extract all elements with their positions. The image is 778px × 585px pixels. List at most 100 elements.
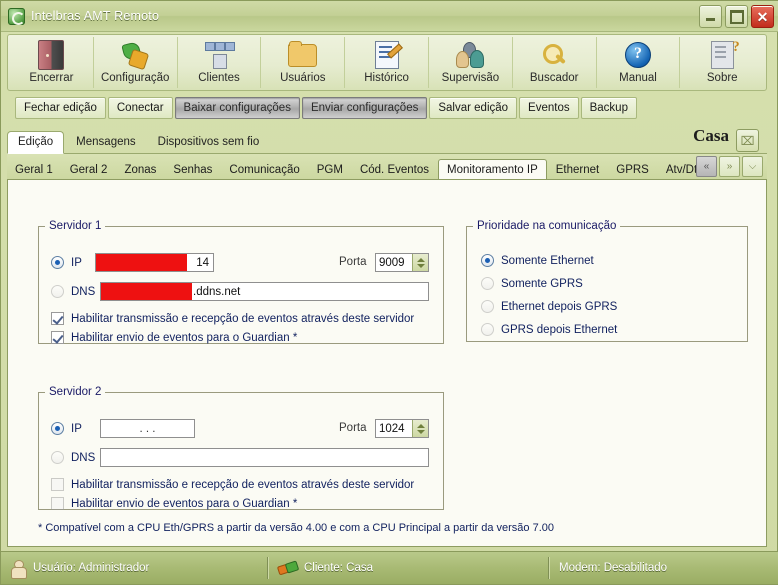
servidor1-dns-value: .ddns.net xyxy=(193,285,241,298)
toolbar-label: Encerrar xyxy=(29,72,74,84)
title-bar: Intelbras AMT Remoto ✕ xyxy=(1,1,778,32)
status-user-text: Usuário: Administrador xyxy=(33,562,150,574)
window-title: Intelbras AMT Remoto xyxy=(31,9,160,23)
ip-redaction-overlay xyxy=(96,254,187,271)
servidor1-dns-label: DNS xyxy=(71,285,96,298)
status-bar: Usuário: Administrador Cliente: Casa Mod… xyxy=(1,551,778,584)
toolbar-button-buscador[interactable]: Buscador xyxy=(513,37,597,88)
toolbar-label: Buscador xyxy=(529,72,579,84)
close-button[interactable]: ✕ xyxy=(751,5,774,28)
servidor1-transmissao-checkbox[interactable] xyxy=(51,312,64,325)
tab-senhas[interactable]: Senhas xyxy=(165,160,220,180)
servidor2-ip-input[interactable]: . . . xyxy=(100,419,195,438)
toolbar-label: Clientes xyxy=(198,72,240,84)
servidor1-porta-label: Porta xyxy=(339,256,367,268)
servidor2-porta-value: 1024 xyxy=(379,422,405,435)
application-window: Intelbras AMT Remoto ✕ Encerrar Configur… xyxy=(0,0,778,585)
button-backup[interactable]: Backup xyxy=(580,97,637,119)
servidor-1-group: Servidor 1 IP 14 Porta 9009 DNS .ddns.ne… xyxy=(38,220,444,344)
servidor1-ip-radio[interactable] xyxy=(51,256,64,269)
status-modem-cell: Modem: Desabilitado xyxy=(549,557,677,579)
prioridade-somente-ethernet-radio[interactable] xyxy=(481,254,494,267)
toolbar-button-configuracao[interactable]: Configuração xyxy=(94,37,178,88)
tab-zonas[interactable]: Zonas xyxy=(116,160,164,180)
servidor2-dns-radio[interactable] xyxy=(51,451,64,464)
toolbar-button-usuarios[interactable]: Usuários xyxy=(261,37,346,88)
button-eventos[interactable]: Eventos xyxy=(519,97,579,119)
servidor1-ip-input[interactable]: 14 xyxy=(95,253,214,272)
tab-dispositivos-sem-fio[interactable]: Dispositivos sem fio xyxy=(148,132,270,153)
toolbar-label: Supervisão xyxy=(441,72,500,84)
app-refresh-icon xyxy=(8,7,25,25)
tab-pgm[interactable]: PGM xyxy=(309,160,351,180)
servidor1-guardian-label: Habilitar envio de eventos para o Guardi… xyxy=(71,331,298,344)
document-question-icon: ? xyxy=(710,38,740,72)
tab-mensagens[interactable]: Mensagens xyxy=(66,132,145,153)
servidor2-ip-value: . . . xyxy=(139,422,156,435)
servidor1-porta-spinner[interactable]: 9009 xyxy=(375,253,429,272)
minimize-button[interactable] xyxy=(699,5,722,28)
window-controls: ✕ xyxy=(699,5,774,28)
prioridade-option-label: Ethernet depois GPRS xyxy=(501,300,618,313)
tab-ethernet[interactable]: Ethernet xyxy=(548,160,607,180)
status-client-text: Cliente: Casa xyxy=(304,562,374,574)
button-fechar-edicao[interactable]: Fechar edição xyxy=(15,97,106,119)
folder-icon xyxy=(288,38,318,72)
toolbar-button-supervisao[interactable]: Supervisão xyxy=(429,37,513,88)
toolbar-label: Configuração xyxy=(100,72,170,84)
servidor2-guardian-checkbox[interactable] xyxy=(51,497,64,510)
toolbar-label: Histórico xyxy=(364,72,409,84)
toolbar-button-historico[interactable]: Histórico xyxy=(345,37,429,88)
servidor1-dns-input[interactable]: .ddns.net xyxy=(100,282,429,301)
toolbar-button-encerrar[interactable]: Encerrar xyxy=(10,37,94,88)
spinner-arrows-icon[interactable] xyxy=(412,254,428,271)
toolbar-button-sobre[interactable]: ? Sobre xyxy=(680,37,764,88)
close-client-button[interactable]: ⌧ xyxy=(736,129,759,152)
prioridade-ethernet-depois-gprs-radio[interactable] xyxy=(481,300,494,313)
compatibility-footnote: * Compatível com a CPU Eth/GPRS a partir… xyxy=(38,522,555,534)
button-enviar-configuracoes[interactable]: Enviar configurações xyxy=(301,97,428,119)
servidor2-transmissao-checkbox[interactable] xyxy=(51,478,64,491)
tab-comunicacao[interactable]: Comunicação xyxy=(221,160,307,180)
servidor-1-legend: Servidor 1 xyxy=(49,220,102,232)
button-baixar-configuracoes[interactable]: Baixar configurações xyxy=(174,97,300,119)
toolbar-button-manual[interactable]: ? Manual xyxy=(597,37,681,88)
maximize-button[interactable] xyxy=(725,5,748,28)
button-salvar-edicao[interactable]: Salvar edição xyxy=(429,97,518,119)
chevron-right-icon[interactable]: » xyxy=(719,156,740,177)
servidor1-ip-label: IP xyxy=(71,256,82,269)
prioridade-somente-gprs-radio[interactable] xyxy=(481,277,494,290)
servidor2-ip-label: IP xyxy=(71,422,82,435)
toolbar-button-clientes[interactable]: Clientes xyxy=(178,37,262,88)
tab-geral-1[interactable]: Geral 1 xyxy=(7,160,61,180)
monitoramento-ip-panel: Servidor 1 IP 14 Porta 9009 DNS .ddns.ne… xyxy=(7,179,767,547)
spinner-arrows-icon[interactable] xyxy=(412,420,428,437)
servidor2-guardian-label: Habilitar envio de eventos para o Guardi… xyxy=(71,497,298,510)
tab-cod-eventos[interactable]: Cód. Eventos xyxy=(352,160,437,180)
servidor1-dns-radio[interactable] xyxy=(51,285,64,298)
outer-tab-strip: Edição Mensagens Dispositivos sem fio Ca… xyxy=(7,125,767,154)
secondary-toolbar: Fechar edição Conectar Baixar configuraç… xyxy=(7,95,767,121)
prioridade-option-label: GPRS depois Ethernet xyxy=(501,323,618,336)
chevron-left-icon[interactable]: « xyxy=(696,156,717,177)
tab-geral-2[interactable]: Geral 2 xyxy=(62,160,116,180)
servidor1-porta-value: 9009 xyxy=(379,256,405,269)
servidor2-porta-spinner[interactable]: 1024 xyxy=(375,419,429,438)
servidor1-guardian-checkbox[interactable] xyxy=(51,331,64,344)
servidor2-ip-radio[interactable] xyxy=(51,422,64,435)
prioridade-comunicacao-group: Prioridade na comunicação Somente Ethern… xyxy=(466,220,748,342)
servidor2-dns-input[interactable] xyxy=(100,448,429,467)
prioridade-gprs-depois-ethernet-radio[interactable] xyxy=(481,323,494,336)
tab-monitoramento-ip[interactable]: Monitoramento IP xyxy=(438,159,547,181)
inner-tab-strip: Geral 1 Geral 2 Zonas Senhas Comunicação… xyxy=(7,154,767,181)
status-user-cell: Usuário: Administrador xyxy=(1,557,267,579)
door-exit-icon xyxy=(38,38,65,72)
toolbar-label: Usuários xyxy=(280,72,326,84)
servidor-2-group: Servidor 2 IP . . . Porta 1024 DNS Habil… xyxy=(38,386,444,510)
tab-list-icon[interactable]: ⌵ xyxy=(742,156,763,177)
user-icon xyxy=(11,559,27,579)
tab-edicao[interactable]: Edição xyxy=(7,131,65,154)
button-conectar[interactable]: Conectar xyxy=(107,97,173,119)
main-toolbar: Encerrar Configuração Clientes Usuários … xyxy=(7,34,767,91)
tab-gprs[interactable]: GPRS xyxy=(608,160,657,180)
